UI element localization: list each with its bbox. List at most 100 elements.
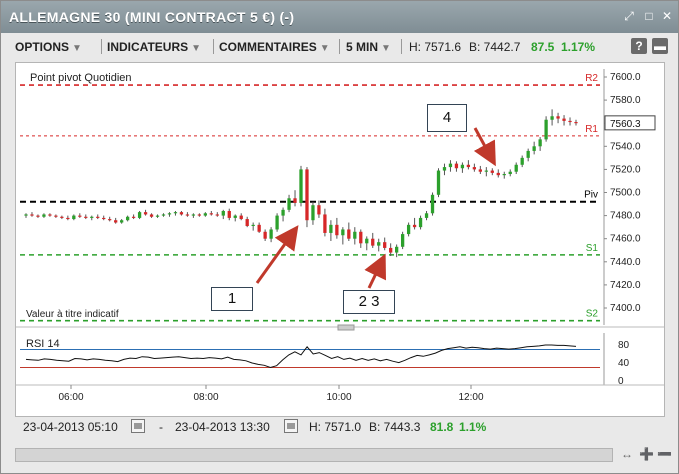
candle-body	[155, 215, 160, 217]
resize-icon[interactable]: ⤢	[623, 10, 635, 22]
candle-body	[424, 213, 429, 218]
candle-body	[532, 146, 536, 151]
candle-body	[257, 224, 261, 232]
candle-body	[131, 216, 136, 218]
horizontal-scrollbar[interactable]	[15, 448, 613, 462]
candle-body	[478, 169, 482, 172]
candle-body	[383, 242, 387, 248]
candle-body	[24, 214, 28, 216]
candle-body	[197, 214, 202, 216]
candle-body	[562, 118, 566, 121]
candle-body	[359, 231, 363, 244]
candle-body	[203, 213, 207, 216]
chart-title: Point pivot Quotidien	[30, 72, 132, 84]
candle-body	[161, 214, 166, 216]
candle-body	[496, 172, 500, 176]
candle-body	[544, 119, 548, 140]
chart-window: ALLEMAGNE 30 (MINI CONTRACT 5 €) (-) ⤢ □…	[0, 0, 679, 474]
candle-body	[120, 220, 124, 223]
candle-body	[323, 214, 327, 233]
candle-body	[400, 234, 405, 247]
candle-body	[173, 212, 178, 214]
comment-icon[interactable]: ▬	[652, 38, 668, 54]
price-chart[interactable]: Point pivot Quotidien Valeur à titre indi…	[16, 63, 664, 416]
price-tick-label: 7420.0	[610, 280, 641, 291]
candle-body	[60, 216, 64, 218]
candle-body	[538, 139, 542, 147]
price-tick-label: 7480.0	[610, 211, 641, 222]
candle-body	[448, 163, 453, 168]
candle-body	[371, 238, 375, 246]
minimize-icon[interactable]: □	[643, 10, 655, 22]
candle-body	[281, 209, 285, 216]
candle-body	[317, 205, 321, 215]
candle-body	[251, 224, 255, 226]
candle-body	[275, 215, 279, 230]
candle-body	[108, 219, 112, 221]
candle-body	[167, 213, 172, 215]
candle-body	[102, 217, 106, 220]
price-tick-label: 7600.0	[610, 72, 641, 83]
zoom-out-icon[interactable]: ➖	[657, 447, 672, 461]
time-tick-label: 06:00	[58, 392, 83, 403]
end-calendar-icon[interactable]	[284, 419, 298, 433]
status-footer: 23-04-2013 05:10 - 23-04-2013 13:30 H: 7…	[9, 416, 672, 436]
time-tick-label: 12:00	[458, 392, 483, 403]
annotation-23: 2 3	[343, 290, 395, 314]
footer-high: H: 7571.0	[309, 420, 362, 434]
pivot-label-r1: R1	[585, 124, 598, 135]
candle-body	[137, 212, 142, 218]
options-menu[interactable]: OPTIONS ▼	[15, 40, 82, 54]
candle-body	[191, 214, 196, 216]
candle-body	[269, 229, 273, 239]
candle-body	[418, 217, 423, 228]
title-bar[interactable]: ALLEMAGNE 30 (MINI CONTRACT 5 €) (-) ⤢ □…	[1, 1, 678, 33]
pivot-label-s1: S1	[586, 243, 599, 254]
candle-body	[442, 167, 447, 171]
candle-body	[389, 247, 393, 253]
footer-change-value: 81.8	[430, 420, 454, 434]
price-tick-label: 7580.0	[610, 95, 641, 106]
rsi-tick-label: 80	[618, 340, 630, 351]
timeframe-menu[interactable]: 5 MIN ▼	[346, 40, 391, 54]
price-tick-label: 7500.0	[610, 188, 641, 199]
candle-body	[406, 224, 411, 235]
candle-body	[90, 216, 94, 218]
window-title: ALLEMAGNE 30 (MINI CONTRACT 5 €) (-)	[9, 9, 295, 25]
end-datetime: 23-04-2013 13:30	[175, 420, 270, 434]
panel-resize-handle	[337, 324, 355, 331]
price-tick-label: 7440.0	[610, 257, 641, 268]
candle-body	[239, 215, 243, 220]
pivot-label-r2: R2	[585, 73, 598, 84]
candle-body	[72, 215, 76, 220]
candle-body	[215, 214, 219, 216]
zoom-in-icon[interactable]: ➕	[639, 447, 654, 461]
chart-note: Valeur à titre indicatif	[26, 309, 119, 320]
toolbar-high: H: 7571.6	[409, 40, 462, 54]
close-icon[interactable]: ✕	[661, 10, 673, 22]
start-calendar-icon[interactable]	[131, 419, 145, 433]
candle-body	[66, 217, 70, 220]
pivot-label-piv: Piv	[584, 190, 598, 201]
candle-body	[347, 229, 351, 239]
candle-body	[233, 215, 237, 218]
candle-body	[472, 167, 477, 170]
candle-body	[502, 174, 506, 176]
candle-body	[466, 164, 471, 168]
comments-menu[interactable]: COMMENTAIRES ▼	[219, 40, 330, 54]
indicators-menu[interactable]: INDICATEURS ▼	[107, 40, 201, 54]
candle-body	[185, 214, 190, 216]
rsi-tick-label: 40	[618, 358, 630, 369]
annotation-4: 4	[427, 104, 467, 132]
candle-body	[42, 214, 46, 217]
expand-icon[interactable]: ↔	[621, 447, 633, 461]
candle-body	[568, 120, 572, 123]
footer-bid: B: 7443.3	[369, 420, 421, 434]
chart-area[interactable]: Point pivot Quotidien Valeur à titre indi…	[15, 62, 665, 417]
candle-body	[96, 216, 100, 218]
candle-body	[514, 164, 518, 172]
candle-body	[84, 216, 88, 218]
candle-body	[114, 220, 118, 223]
current-price-label: 7560.3	[610, 119, 641, 130]
help-button[interactable]: ?	[631, 38, 647, 54]
